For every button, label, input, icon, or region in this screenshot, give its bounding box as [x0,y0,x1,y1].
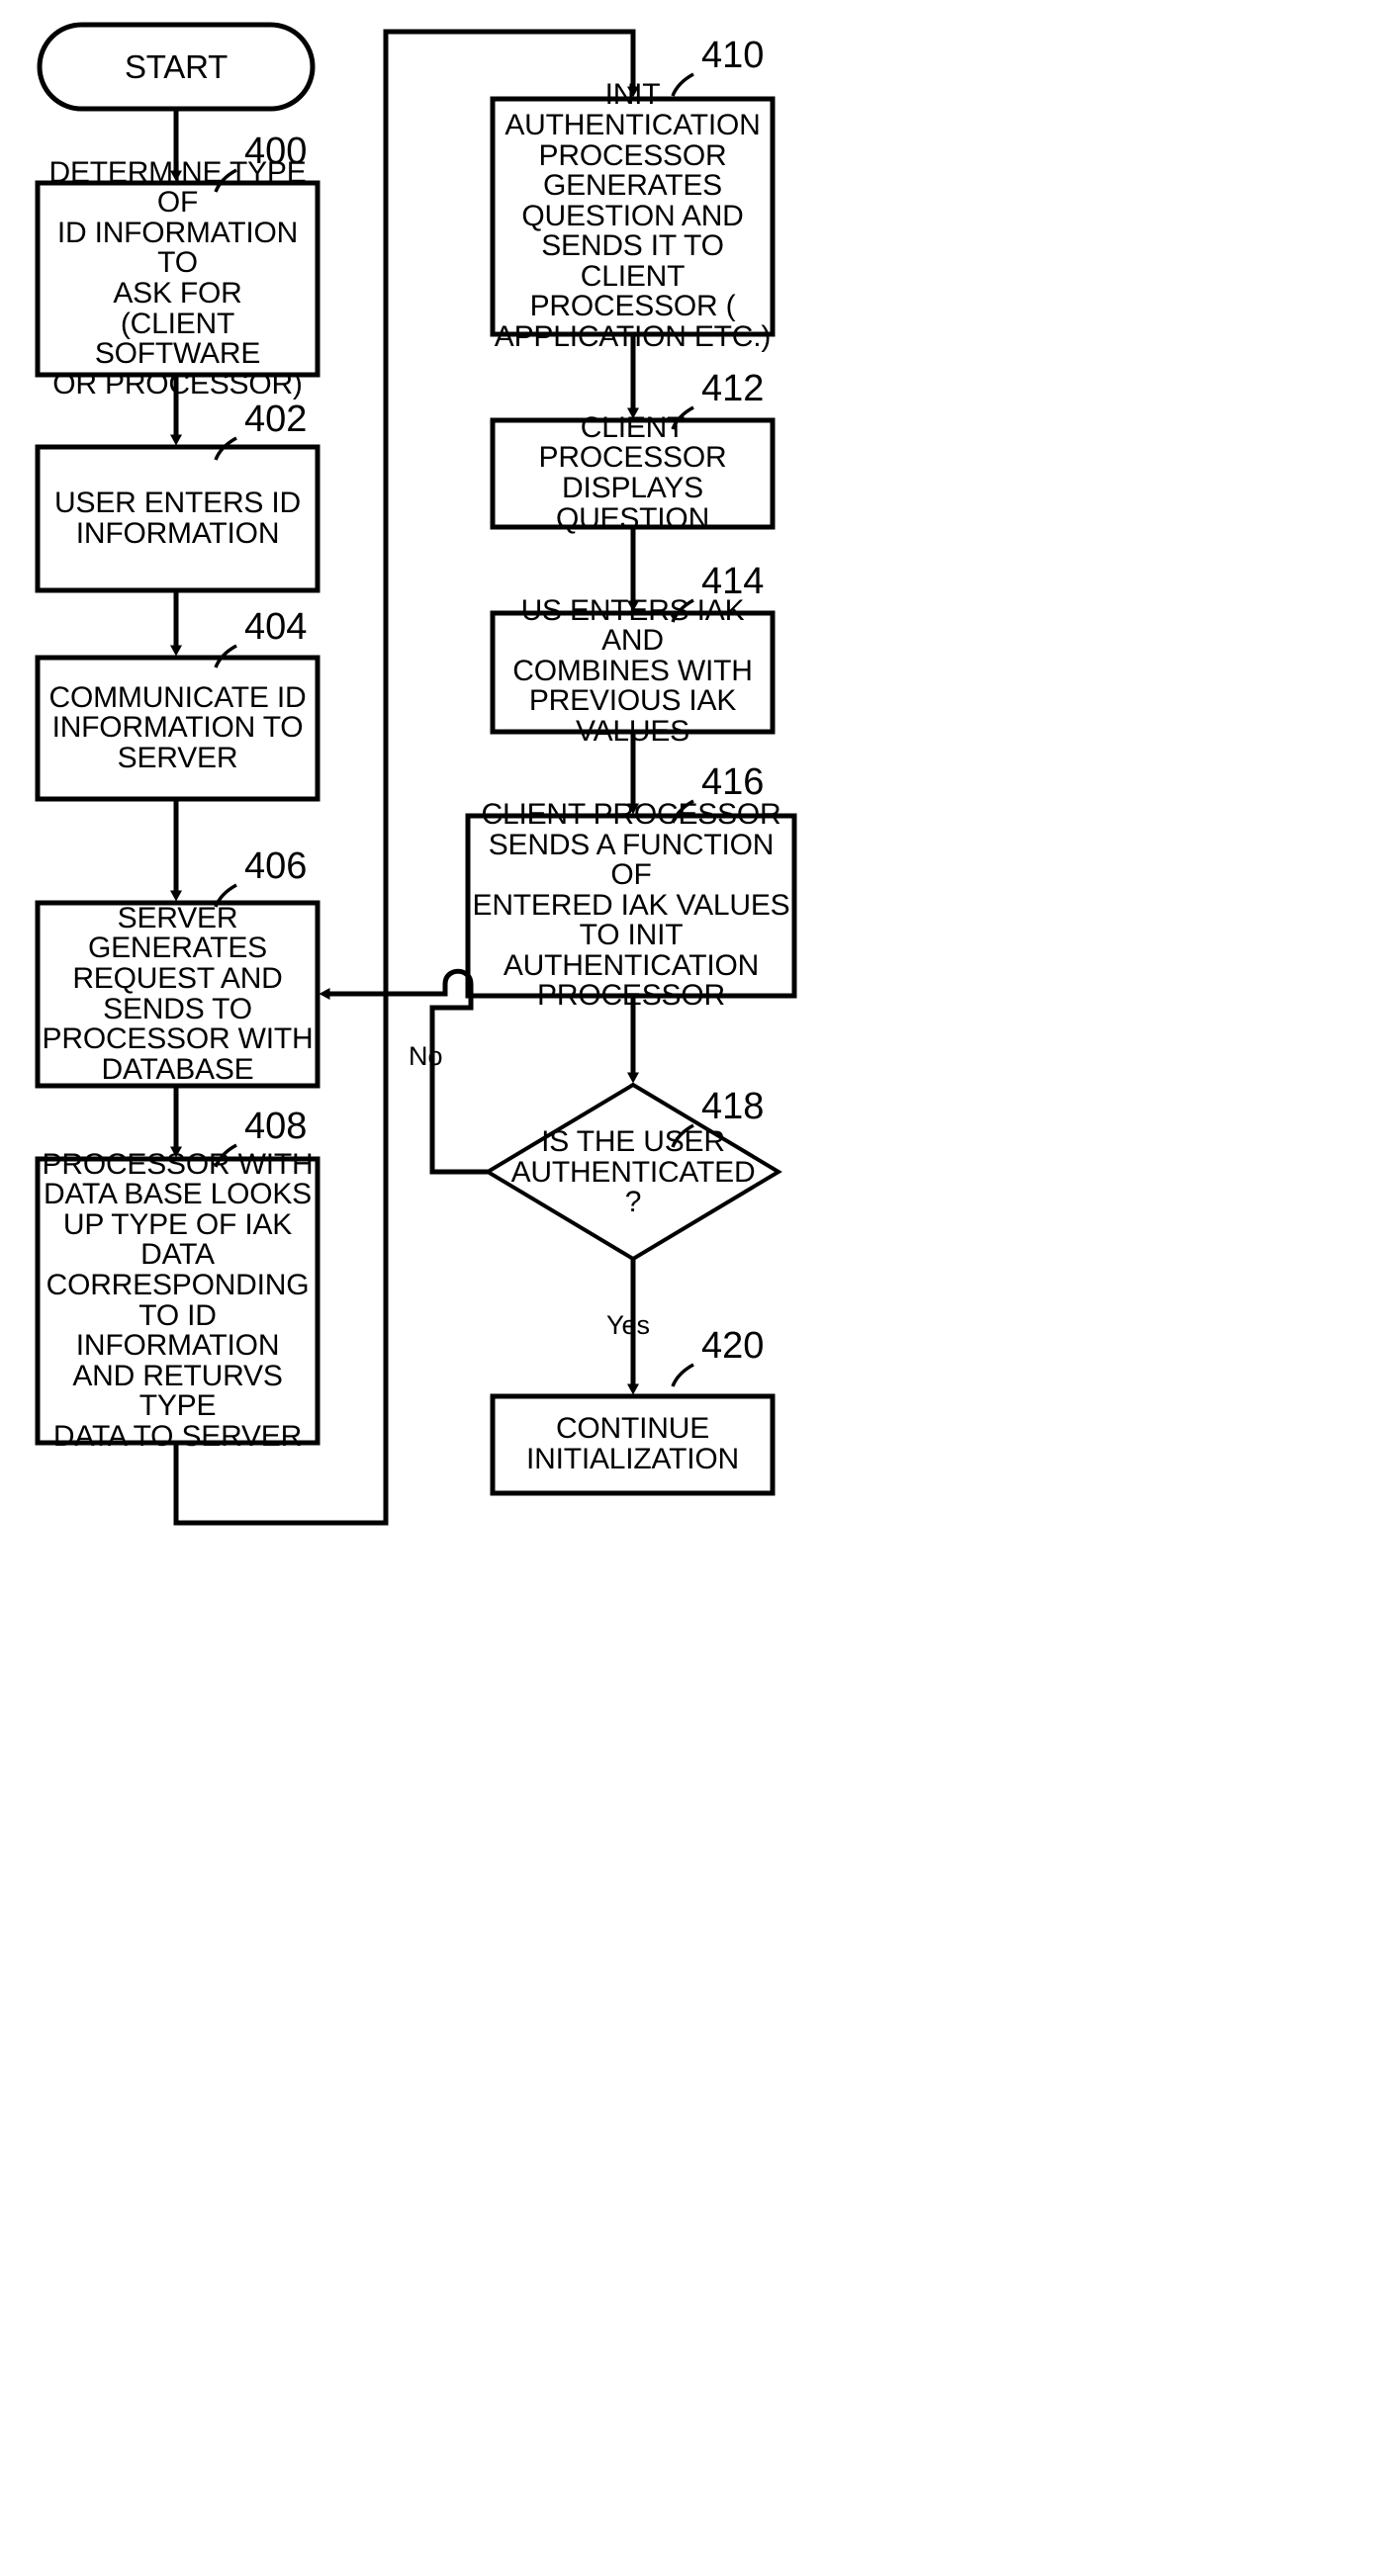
leader-400 [214,168,237,193]
leader-406 [214,883,237,908]
leader-416 [671,799,694,824]
leader-410 [671,72,694,97]
leader-418 [671,1123,694,1148]
leader-412 [671,405,694,430]
leader-402 [214,436,237,461]
leader-414 [671,598,694,623]
leader-420 [671,1363,694,1387]
leader-404 [214,644,237,668]
flowchart-canvas: START DETERMINE TYPE OF ID INFORMATION T… [0,0,1375,2576]
leader-408 [214,1143,237,1168]
ref-leader-lines [214,72,694,1387]
